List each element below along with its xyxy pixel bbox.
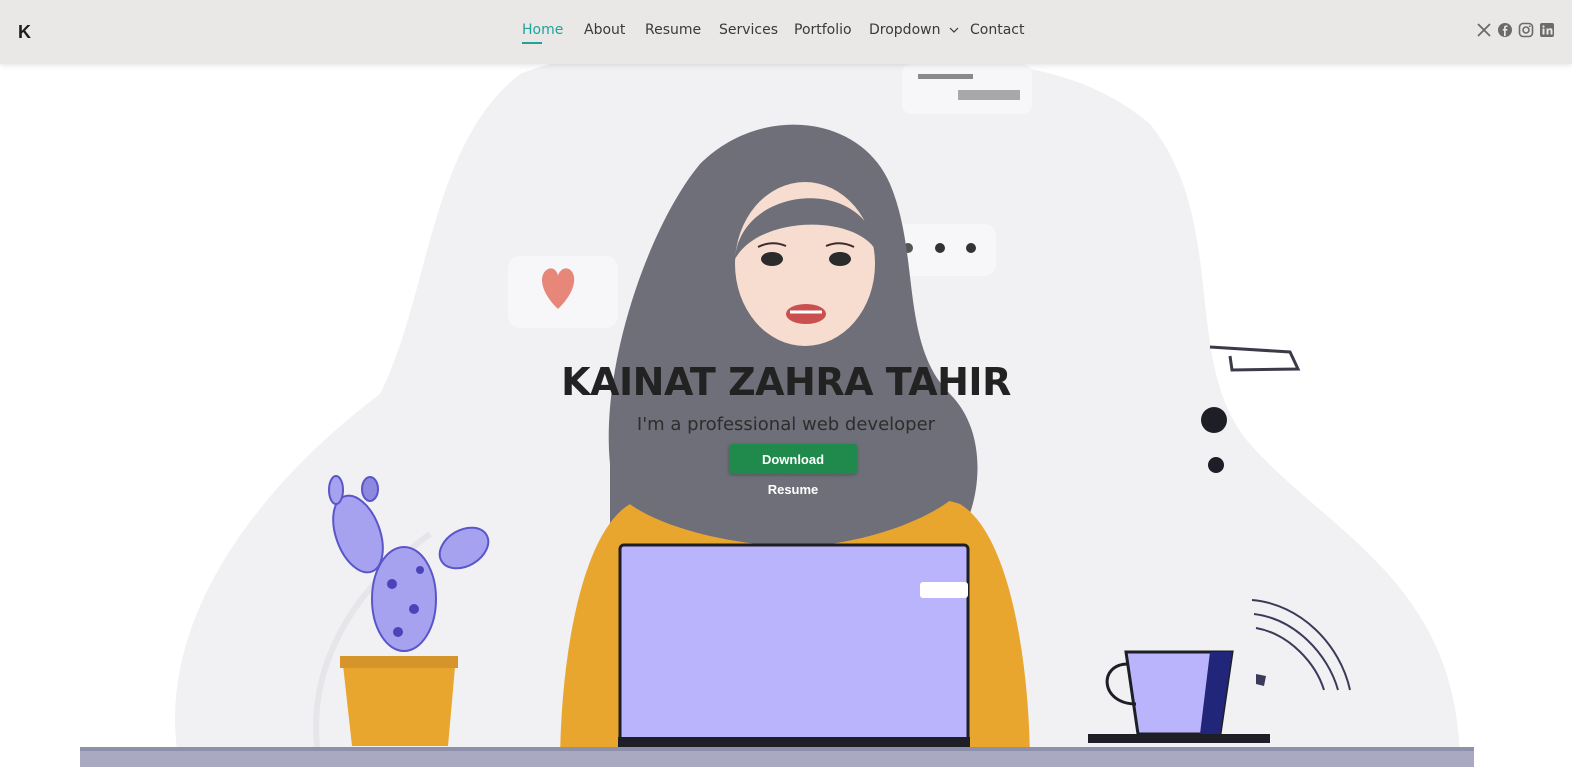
hero-section: KAINAT ZAHRA TAHIR I'm a professional we… <box>0 64 1572 767</box>
nav-item-about[interactable]: About <box>584 22 625 38</box>
x-icon[interactable] <box>1476 22 1492 38</box>
linkedin-icon[interactable] <box>1539 22 1555 38</box>
nav-item-contact[interactable]: Contact <box>970 22 1024 38</box>
nav-item-portfolio[interactable]: Portfolio <box>794 22 852 38</box>
nav-item-services[interactable]: Services <box>719 22 778 38</box>
site-header: K Home About Resume Services Portfolio D… <box>0 0 1572 64</box>
download-resume-button[interactable]: Download Resume <box>729 444 857 497</box>
nav-item-home[interactable]: Home <box>522 22 563 38</box>
facebook-icon[interactable] <box>1497 22 1513 38</box>
cactus <box>371 546 437 652</box>
main-nav: Home About Resume Services Portfolio Dro… <box>0 0 1572 64</box>
hero-tagline: I'm a professional web developer <box>636 414 936 435</box>
hero-name: KAINAT ZAHRA TAHIR <box>561 360 1011 404</box>
social-links <box>1476 22 1558 40</box>
nav-item-dropdown[interactable]: Dropdown <box>869 22 959 38</box>
instagram-icon[interactable] <box>1518 22 1534 38</box>
nav-item-dropdown-label: Dropdown <box>869 22 941 38</box>
nav-item-resume[interactable]: Resume <box>645 22 701 38</box>
chat-bubble <box>902 64 1032 114</box>
cactus-pot <box>342 656 456 746</box>
laptop <box>618 543 970 747</box>
active-nav-indicator <box>522 42 542 44</box>
chevron-down-icon <box>949 27 959 33</box>
